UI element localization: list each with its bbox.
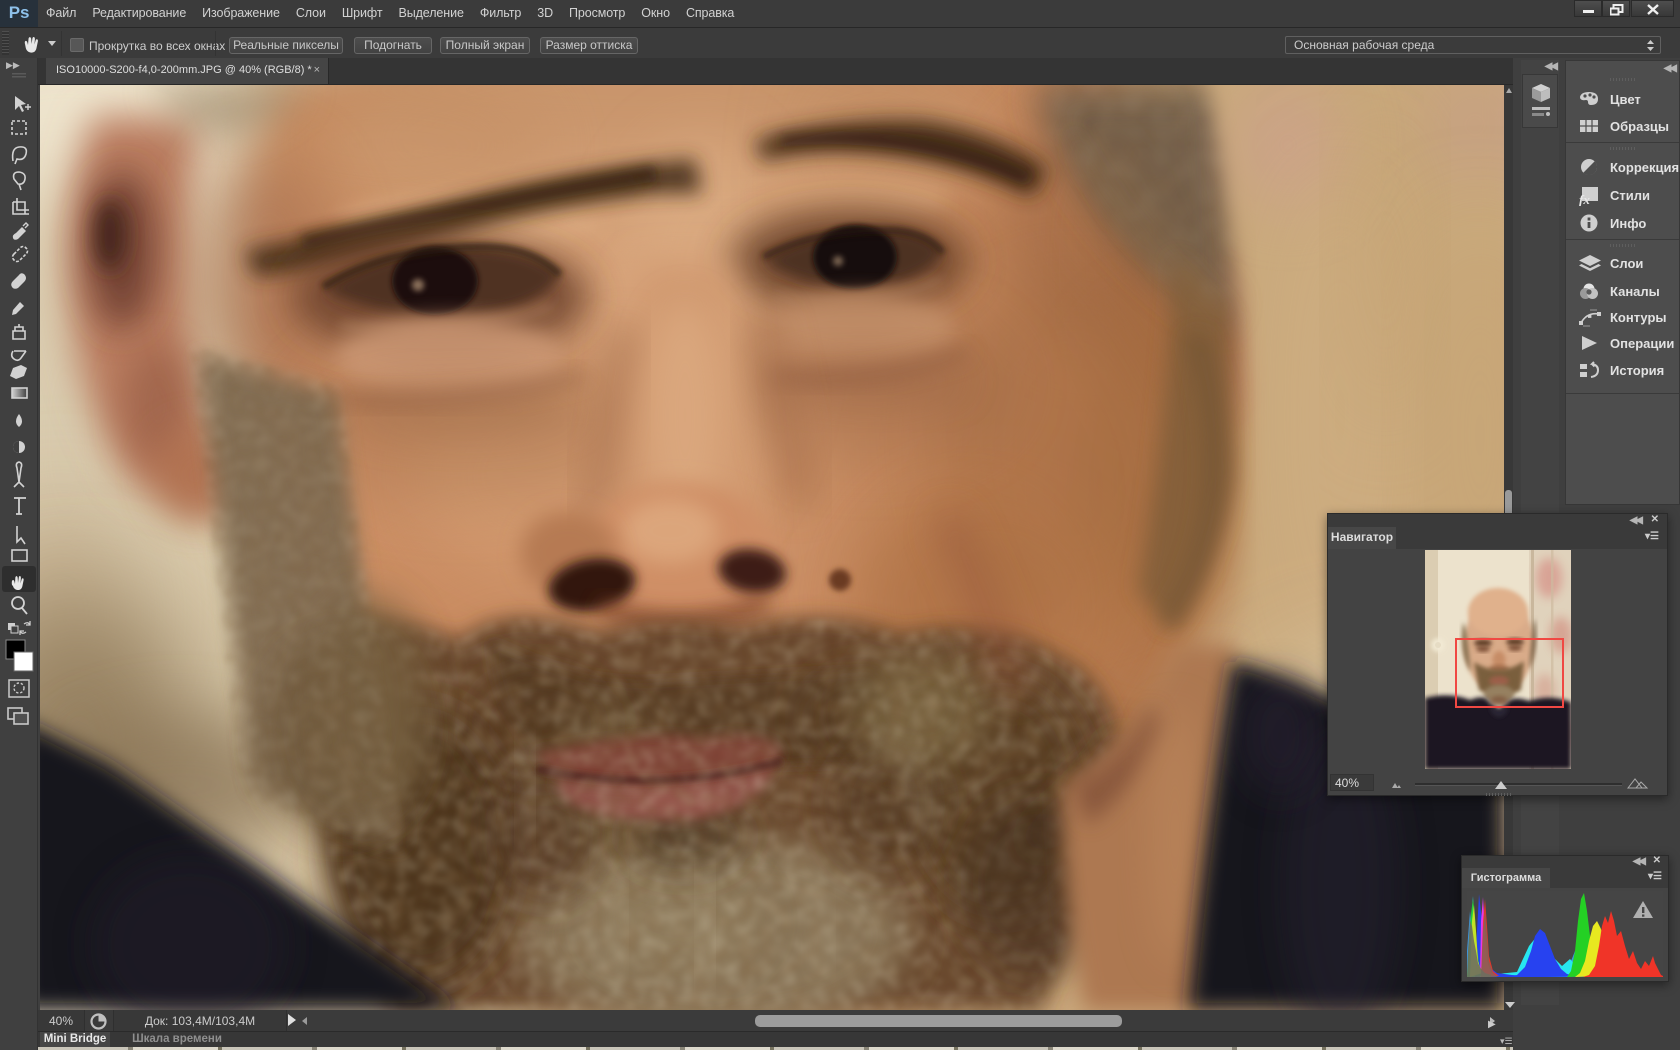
svg-text:fx: fx: [1579, 192, 1590, 206]
svg-text:▶▶: ▶▶: [6, 60, 20, 70]
